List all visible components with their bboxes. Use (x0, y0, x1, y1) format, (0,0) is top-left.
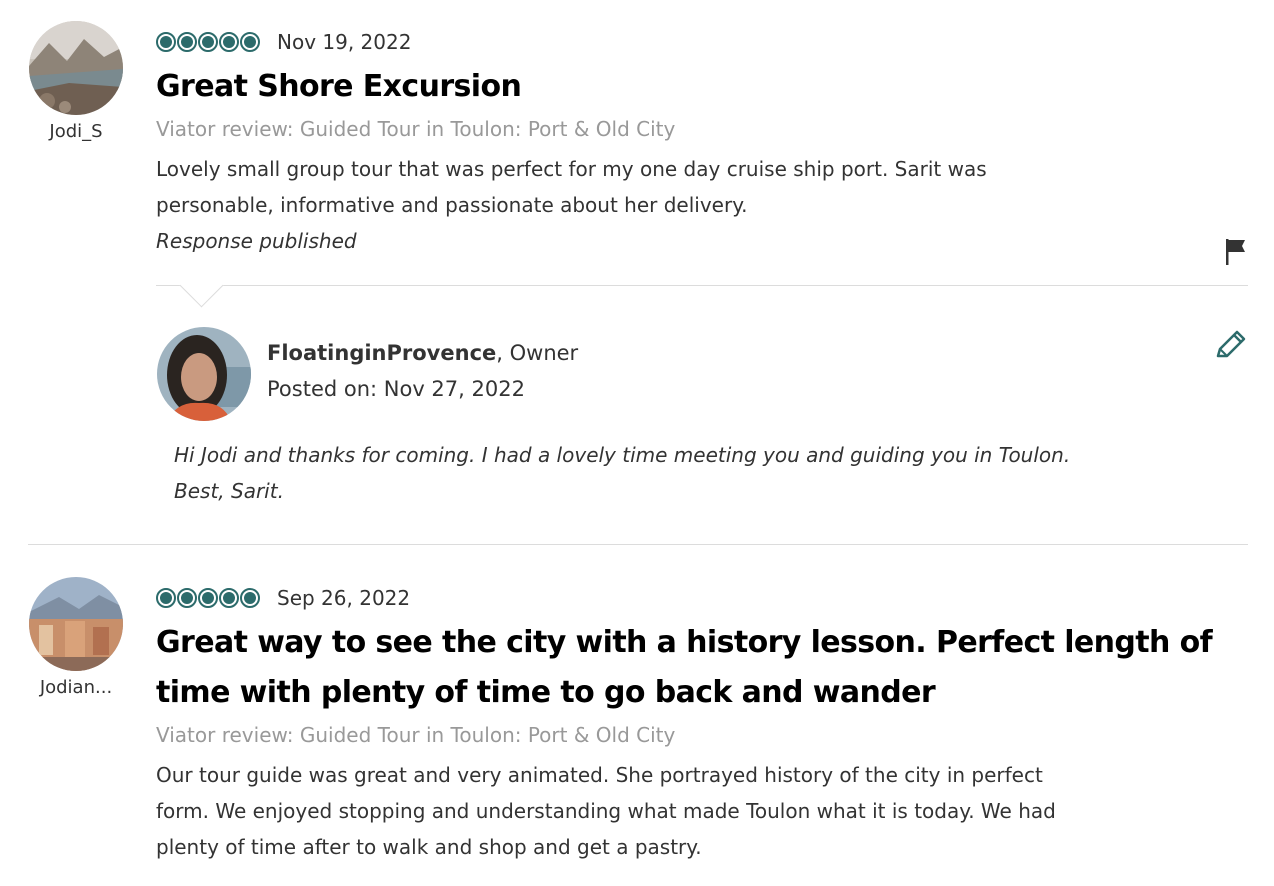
rating-bubble (177, 588, 197, 608)
owner-name[interactable]: FloatinginProvence (267, 341, 496, 365)
owner-avatar-image (157, 327, 251, 421)
review-content: Nov 19, 2022 Great Shore Excursion Viato… (156, 27, 1248, 259)
rating-bubble (219, 588, 239, 608)
review-body-line: form. We enjoyed stopping and understand… (156, 799, 1056, 823)
rating-bubble (240, 32, 260, 52)
review-body-line: personable, informative and passionate a… (156, 193, 748, 217)
response-divider (156, 285, 1248, 286)
avatar[interactable] (29, 577, 123, 671)
response-status: Response published (156, 229, 357, 253)
owner-response-line: Best, Sarit. (174, 479, 284, 503)
owner-response-line: Hi Jodi and thanks for coming. I had a l… (174, 443, 1071, 467)
rating-bubbles (156, 588, 260, 608)
review-title[interactable]: Great Shore Excursion (156, 62, 1248, 112)
review-date: Sep 26, 2022 (277, 586, 411, 610)
review-body: Our tour guide was great and very animat… (156, 757, 1248, 865)
review-meta: Sep 26, 2022 (156, 583, 1248, 613)
review-title[interactable]: Great way to see the city with a history… (156, 618, 1248, 718)
owner-avatar[interactable] (157, 327, 251, 421)
rating-bubble (198, 588, 218, 608)
review-title-line: time with plenty of time to go back and … (156, 675, 936, 710)
review-body: Lovely small group tour that was perfect… (156, 151, 1248, 223)
reviewer-1: Jodi_S (28, 21, 124, 142)
rating-bubble (156, 32, 176, 52)
flag-icon[interactable] (1224, 237, 1248, 271)
owner-posted-date: Posted on: Nov 27, 2022 (267, 377, 525, 401)
owner-role: , Owner (496, 341, 579, 365)
review-source: Viator review: Guided Tour in Toulon: Po… (156, 117, 676, 141)
owner-identity: FloatinginProvence, Owner (267, 341, 578, 365)
rating-bubble (156, 588, 176, 608)
rating-bubble (240, 588, 260, 608)
rating-bubble (219, 32, 239, 52)
owner-response-text: Hi Jodi and thanks for coming. I had a l… (174, 437, 1248, 509)
rating-bubble (177, 32, 197, 52)
rating-bubbles (156, 32, 260, 52)
review-body-line: Our tour guide was great and very animat… (156, 763, 1043, 787)
pencil-icon[interactable] (1212, 328, 1248, 368)
response-pointer (179, 263, 224, 308)
review-meta: Nov 19, 2022 (156, 27, 1248, 57)
reviewer-username[interactable]: Jodi_S (28, 121, 124, 142)
rating-bubble (198, 32, 218, 52)
avatar[interactable] (29, 21, 123, 115)
review-title-line: Great way to see the city with a history… (156, 625, 1213, 660)
review-source: Viator review: Guided Tour in Toulon: Po… (156, 723, 676, 747)
review-separator (28, 544, 1248, 545)
review-content: Sep 26, 2022 Great way to see the city w… (156, 583, 1248, 865)
avatar-image (29, 21, 123, 115)
review-date: Nov 19, 2022 (277, 30, 412, 54)
avatar-image (29, 577, 123, 671)
review-body-line: plenty of time after to walk and shop an… (156, 835, 702, 859)
reviewer-username[interactable]: Jodian... (28, 677, 124, 698)
reviewer-2: Jodian... (28, 577, 124, 698)
review-body-line: Lovely small group tour that was perfect… (156, 157, 987, 181)
